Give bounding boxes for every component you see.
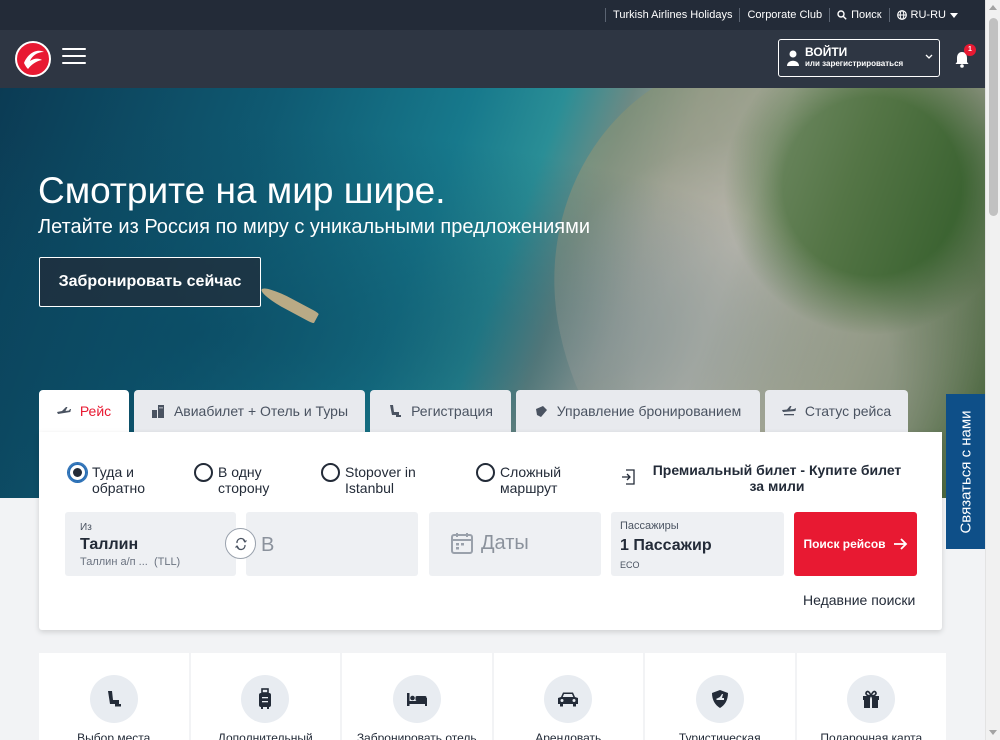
swap-icon: [234, 537, 247, 550]
corporate-club-link[interactable]: Corporate Club: [739, 8, 829, 22]
dates-field[interactable]: Даты: [429, 512, 601, 576]
dates-placeholder: Даты: [481, 532, 529, 554]
passengers-value: 1 Пассажир: [620, 537, 712, 554]
holidays-link[interactable]: Turkish Airlines Holidays: [605, 8, 739, 22]
scroll-down-arrow-icon[interactable]: [989, 730, 997, 735]
seat-icon: [390, 405, 402, 417]
recent-searches-link[interactable]: Недавние поиски: [803, 592, 915, 608]
chevron-down-icon: [925, 54, 933, 59]
user-icon: [787, 50, 799, 66]
trip-type-stopover[interactable]: Stopover in Istanbul: [321, 463, 435, 496]
briefcase-icon: [535, 405, 547, 417]
bed-icon: [406, 693, 427, 706]
service-book-hotel[interactable]: Забронировать отель: [342, 653, 492, 740]
booking-panel: Туда и обратно В одну сторону Stopover i…: [39, 432, 942, 630]
tab-flight-hotel[interactable]: Авиабилет + Отель и Туры: [134, 390, 365, 432]
origin-value: Таллин: [80, 536, 139, 553]
origin-field[interactable]: Из Таллин Таллин а/п ... (TLL): [65, 512, 236, 576]
top-utility-bar: Turkish Airlines Holidays Corporate Club…: [0, 0, 985, 30]
main-header: ВОЙТИ или зарегистрироваться 1: [0, 30, 985, 88]
radio-icon: [194, 463, 213, 482]
service-extra-baggage[interactable]: Дополнительный: [190, 653, 340, 740]
cabin-class: ECO: [620, 560, 640, 570]
luggage-icon: [259, 688, 272, 709]
search-flights-button[interactable]: Поиск рейсов: [794, 512, 917, 576]
gift-icon: [863, 690, 880, 708]
radio-selected-icon: [68, 463, 87, 482]
turkish-airlines-logo[interactable]: [15, 41, 51, 77]
destination-field[interactable]: В: [246, 512, 418, 576]
search-link[interactable]: Поиск: [829, 8, 888, 22]
calendar-icon: [451, 533, 473, 554]
tab-manage-booking[interactable]: Управление бронированием: [516, 390, 760, 432]
flight-status-icon: [781, 406, 796, 416]
logo-bird-icon: [24, 50, 44, 69]
award-ticket-link[interactable]: Премиальный билет - Купите билет за мили: [621, 462, 921, 494]
menu-icon[interactable]: [62, 48, 86, 66]
passengers-field[interactable]: Пассажиры 1 Пассажир ECO: [611, 512, 784, 576]
origin-label: Из: [80, 522, 92, 533]
contact-us-tab[interactable]: Связаться с нами: [946, 394, 985, 549]
service-gift-card[interactable]: Подарочная карта: [796, 653, 946, 740]
tab-checkin[interactable]: Регистрация: [370, 390, 511, 432]
hero-title: Смотрите на мир шире.: [38, 170, 446, 211]
destination-placeholder: В: [261, 534, 275, 556]
caret-down-icon: [950, 12, 958, 18]
radio-icon: [476, 463, 495, 482]
sign-in-icon: [622, 469, 635, 485]
service-travel-insurance[interactable]: Туристическая: [645, 653, 795, 740]
trip-type-round-trip[interactable]: Туда и обратно: [68, 463, 162, 496]
tab-flight[interactable]: Рейс: [39, 390, 129, 432]
car-icon: [558, 692, 579, 707]
seat-icon: [107, 691, 121, 707]
scrollbar-thumb[interactable]: [989, 18, 998, 216]
login-label: ВОЙТИ: [805, 45, 848, 59]
trip-type-multi-city[interactable]: Сложный маршрут: [476, 463, 580, 496]
page-scrollbar[interactable]: [985, 0, 1000, 740]
utility-links: Turkish Airlines Holidays Corporate Club…: [605, 0, 965, 30]
building-icon: [151, 405, 164, 418]
arrow-right-icon: [893, 538, 907, 550]
search-icon: [837, 10, 847, 20]
notification-badge: 1: [964, 44, 976, 56]
login-button[interactable]: ВОЙТИ или зарегистрироваться: [778, 39, 940, 77]
globe-icon: [896, 10, 907, 20]
book-now-button[interactable]: Забронировать сейчас: [39, 257, 261, 307]
swap-airports-button[interactable]: [225, 528, 256, 559]
trip-type-one-way[interactable]: В одну сторону: [194, 463, 288, 496]
passengers-label: Пассажиры: [620, 520, 679, 532]
plane-icon: [56, 407, 71, 414]
origin-airport: Таллин а/п ... (TLL): [80, 556, 181, 568]
radio-icon: [321, 463, 340, 482]
service-seat-selection[interactable]: Выбор места: [39, 653, 189, 740]
services-row: Выбор места Дополнительный Забронировать…: [39, 653, 946, 740]
tab-flight-status[interactable]: Статус рейса: [765, 390, 908, 432]
service-rent-car[interactable]: Арендовать: [493, 653, 643, 740]
language-selector[interactable]: RU-RU: [888, 8, 965, 22]
shield-icon: [711, 690, 728, 708]
hero-subtitle: Летайте из Россия по миру с уникальными …: [38, 216, 591, 238]
register-label: или зарегистрироваться: [805, 59, 904, 68]
scroll-up-arrow-icon[interactable]: [989, 5, 997, 10]
